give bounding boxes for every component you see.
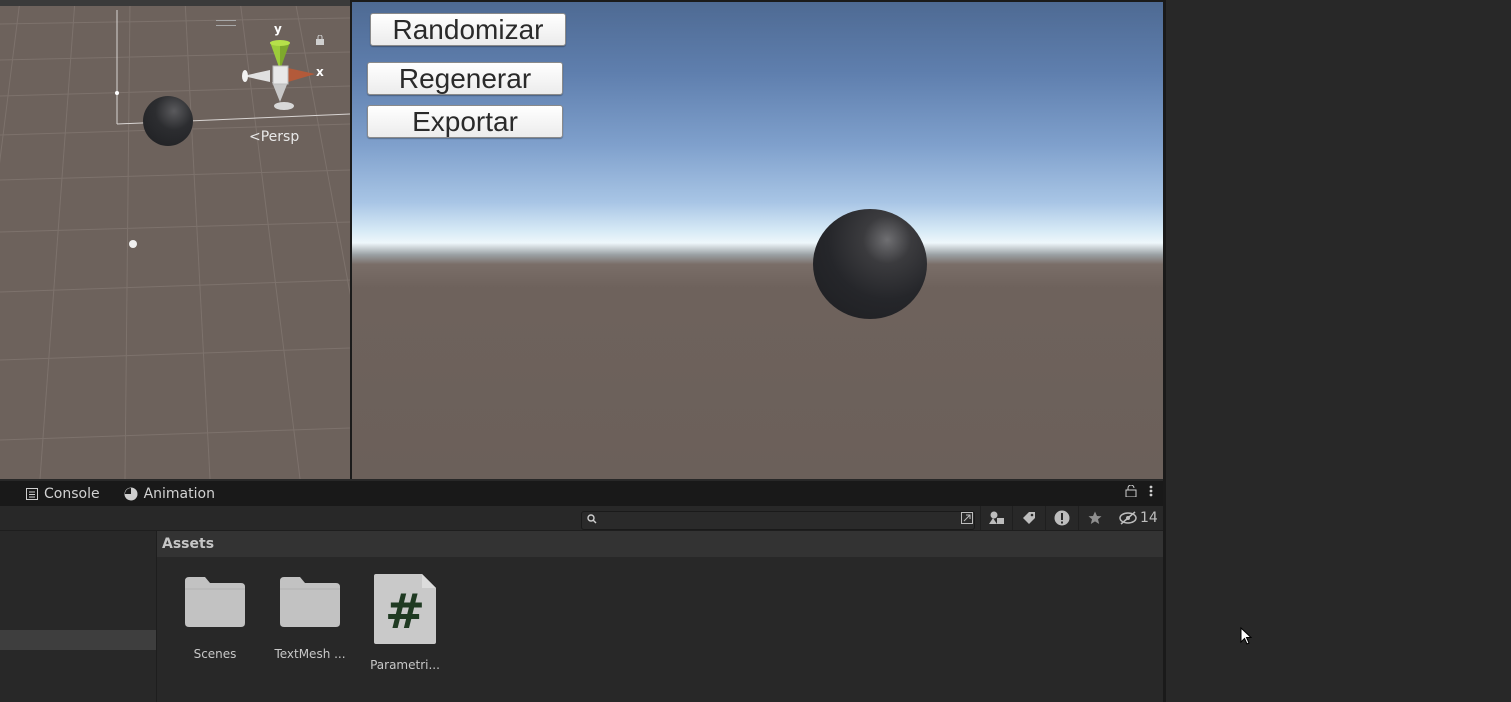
filter-type-icon (989, 511, 1004, 524)
exportar-button[interactable]: Exportar (367, 105, 563, 138)
kebab-menu-icon[interactable] (1149, 485, 1153, 497)
regenerar-button[interactable]: Regenerar (367, 62, 563, 95)
scene-sphere[interactable] (143, 96, 193, 146)
folder-icon (185, 577, 245, 627)
project-folder-tree[interactable] (0, 531, 157, 702)
randomizar-button[interactable]: Randomizar (370, 13, 566, 46)
game-view[interactable]: Randomizar Regenerar Exportar (352, 0, 1163, 479)
search-by-type-icon (961, 512, 973, 524)
search-options-button[interactable] (957, 506, 977, 530)
asset-item-scenes[interactable]: Scenes (175, 575, 255, 661)
gizmo-x-label: x (316, 65, 324, 79)
tab-console[interactable]: Console (0, 481, 112, 506)
orientation-gizmo[interactable] (240, 30, 320, 116)
inspector-panel (1166, 0, 1511, 702)
perspective-toggle[interactable]: <Persp (249, 129, 299, 145)
animation-clock-icon (124, 487, 138, 500)
bottom-tab-bar: Console Animation (0, 481, 1163, 506)
mouse-cursor-icon (1240, 627, 1253, 645)
assets-breadcrumb[interactable]: Assets (157, 531, 1163, 557)
tab-console-label: Console (44, 485, 100, 502)
search-icon (587, 514, 597, 524)
asset-label: TextMesh ... (274, 647, 346, 661)
csharp-script-icon: # (374, 574, 436, 644)
tab-animation[interactable]: Animation (112, 481, 227, 506)
warning-exclamation-icon (1054, 510, 1070, 526)
lock-icon[interactable] (315, 30, 325, 45)
scene-toolbar-strip (0, 0, 350, 6)
asset-label: Parametri... (370, 658, 440, 672)
console-icon (26, 487, 38, 500)
drag-handle-icon[interactable] (216, 20, 236, 26)
star-icon (1088, 511, 1102, 524)
label-tag-icon (1023, 512, 1035, 524)
game-sphere (813, 209, 927, 319)
panel-lock-icon[interactable] (1125, 485, 1137, 497)
gizmo-y-label: y (274, 22, 282, 36)
project-toolbar: 14 (0, 506, 1163, 531)
favorites-button[interactable] (1078, 506, 1111, 530)
filter-by-label-button[interactable] (1012, 506, 1045, 530)
asset-item-parametric-script[interactable]: # Parametri... (365, 574, 445, 672)
scene-view[interactable]: y x <Persp (0, 0, 350, 479)
tab-animation-label: Animation (143, 485, 215, 502)
asset-item-textmesh[interactable]: TextMesh ... (270, 575, 350, 661)
folder-icon (280, 577, 340, 627)
project-search-input[interactable] (581, 510, 975, 530)
assets-grid: Scenes TextMesh ... # Parametri... (157, 557, 1163, 702)
hidden-count-label: 14 (1140, 510, 1158, 526)
search-field-wrapper (581, 509, 975, 530)
asset-label: Scenes (193, 647, 237, 661)
eye-slash-icon (1119, 511, 1137, 525)
filter-by-type-button[interactable] (980, 506, 1013, 530)
svg-text:#: # (385, 584, 425, 640)
log-types-button[interactable] (1045, 506, 1078, 530)
folder-tree-selected-row[interactable] (0, 630, 156, 650)
persp-label: Persp (260, 129, 300, 145)
hidden-packages-toggle[interactable]: 14 (1118, 506, 1158, 530)
